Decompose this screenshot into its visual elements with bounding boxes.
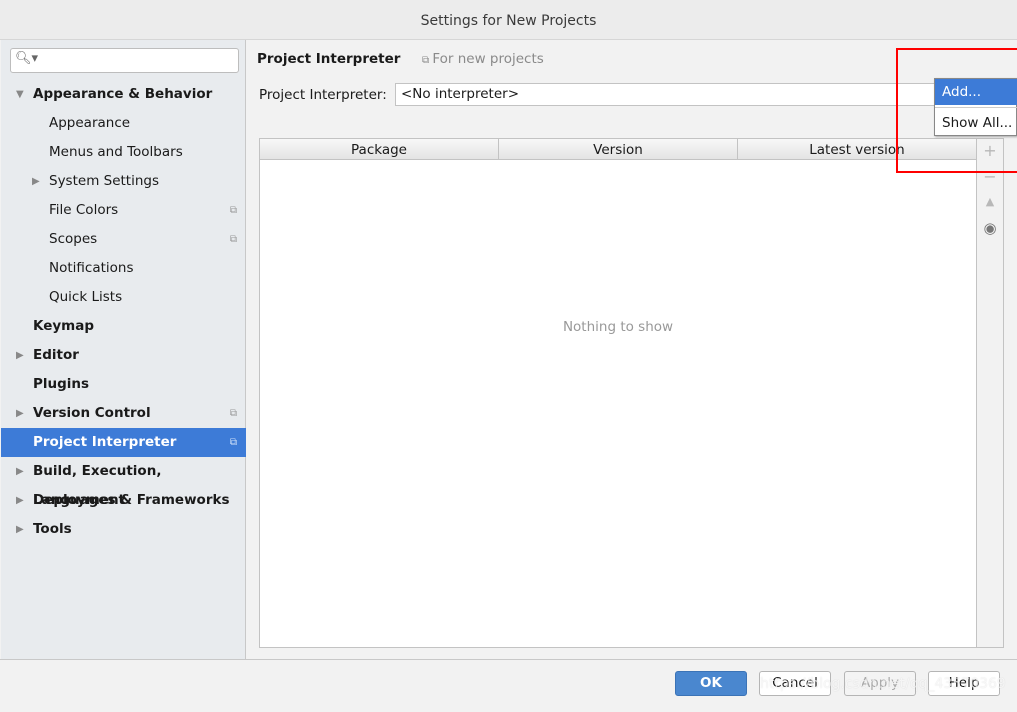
interpreter-label: Project Interpreter: <box>259 87 387 103</box>
project-interpreter-panel: Project Interpreter ⧉ For new projects P… <box>247 40 1017 659</box>
sidebar-item-system-settings[interactable]: ▶ System Settings <box>1 167 246 196</box>
sidebar-item-tools[interactable]: ▶ Tools <box>1 515 246 544</box>
sidebar-item-file-colors[interactable]: File Colors ⧉ <box>1 196 246 225</box>
sidebar-item-appearance-behavior[interactable]: ▼ Appearance & Behavior <box>1 80 246 109</box>
copy-icon: ⧉ <box>229 205 237 216</box>
sidebar-item-project-interpreter[interactable]: Project Interpreter ⧉ <box>1 428 246 457</box>
sidebar-item-notifications[interactable]: Notifications <box>1 254 246 283</box>
column-version[interactable]: Version <box>499 139 738 160</box>
collapsed-arrow-icon[interactable]: ▶ <box>16 486 24 515</box>
interpreter-menu: Add... Show All... <box>934 78 1017 136</box>
collapsed-arrow-icon[interactable]: ▶ <box>32 167 40 196</box>
sidebar-item-label: Plugins <box>33 376 90 392</box>
sidebar-item-label: Tools <box>33 521 72 537</box>
sidebar-item-plugins[interactable]: Plugins <box>1 370 246 399</box>
sidebar-item-label: Notifications <box>49 260 134 276</box>
menu-item-add[interactable]: Add... <box>935 79 1017 105</box>
sidebar-item-languages-frameworks[interactable]: ▶ Languages & Frameworks <box>1 486 246 515</box>
table-header: Package Version Latest version <box>260 139 976 160</box>
collapsed-arrow-icon[interactable]: ▶ <box>16 341 24 370</box>
settings-sidebar: 🔍︎▾ ▼ Appearance & Behavior Appearance Menu… <box>1 40 246 659</box>
table-toolbar: + − ▲ ◉ <box>977 138 1004 648</box>
column-package[interactable]: Package <box>260 139 499 160</box>
empty-table-message: Nothing to show <box>562 319 674 335</box>
scope-label: ⧉ For new projects <box>422 51 544 67</box>
sidebar-item-label: Keymap <box>33 318 95 334</box>
interpreter-select[interactable]: <No interpreter> <box>395 83 955 106</box>
sidebar-item-label: Scopes <box>49 231 98 247</box>
collapsed-arrow-icon[interactable]: ▶ <box>16 515 24 544</box>
sidebar-item-editor[interactable]: ▶ Editor <box>1 341 246 370</box>
page-title: Project Interpreter <box>257 51 401 67</box>
copy-icon: ⧉ <box>229 408 237 419</box>
expanded-arrow-icon[interactable]: ▼ <box>16 80 24 109</box>
ok-button[interactable]: OK <box>675 671 747 696</box>
copy-icon: ⧉ <box>229 234 237 245</box>
plus-icon[interactable]: + <box>977 141 1003 160</box>
sidebar-item-label: Version Control <box>33 405 151 421</box>
menu-item-show-all[interactable]: Show All... <box>935 110 1017 136</box>
eye-icon[interactable]: ◉ <box>977 219 1003 237</box>
sidebar-item-label: Editor <box>33 347 79 363</box>
sidebar-item-menus-and-toolbars[interactable]: Menus and Toolbars <box>1 138 246 167</box>
search-icon: 🔍︎▾ <box>15 51 39 66</box>
collapsed-arrow-icon[interactable]: ▶ <box>16 399 24 428</box>
sidebar-item-label: File Colors <box>49 202 119 218</box>
sidebar-item-label: Menus and Toolbars <box>49 144 183 160</box>
sidebar-item-label: Appearance <box>49 115 131 131</box>
sidebar-item-label: Quick Lists <box>49 289 123 305</box>
upgrade-icon[interactable]: ▲ <box>977 195 1003 208</box>
copy-icon: ⧉ <box>422 55 433 66</box>
sidebar-item-scopes[interactable]: Scopes ⧉ <box>1 225 246 254</box>
window-title: Settings for New Projects <box>0 0 1017 40</box>
packages-table: Package Version Latest version Nothing t… <box>259 138 977 648</box>
search-input[interactable]: 🔍︎▾ <box>10 48 239 73</box>
copy-icon: ⧉ <box>229 437 237 448</box>
sidebar-item-quick-lists[interactable]: Quick Lists <box>1 283 246 312</box>
sidebar-item-keymap[interactable]: Keymap <box>1 312 246 341</box>
sidebar-item-appearance[interactable]: Appearance <box>1 109 246 138</box>
sidebar-item-build-execution-deployment[interactable]: ▶ Build, Execution, Deployment <box>1 457 246 508</box>
watermark: https://blog.csdn.net/qq_43570369 <box>760 676 1006 692</box>
sidebar-item-version-control[interactable]: ▶ Version Control ⧉ <box>1 399 246 428</box>
minus-icon[interactable]: − <box>977 167 1003 186</box>
sidebar-item-label: System Settings <box>49 173 160 189</box>
column-latest-version[interactable]: Latest version <box>738 139 976 160</box>
sidebar-item-label: Languages & Frameworks <box>33 492 230 508</box>
sidebar-item-label: Project Interpreter <box>33 434 177 450</box>
sidebar-item-label: Appearance & Behavior <box>33 86 213 102</box>
collapsed-arrow-icon[interactable]: ▶ <box>16 457 24 486</box>
